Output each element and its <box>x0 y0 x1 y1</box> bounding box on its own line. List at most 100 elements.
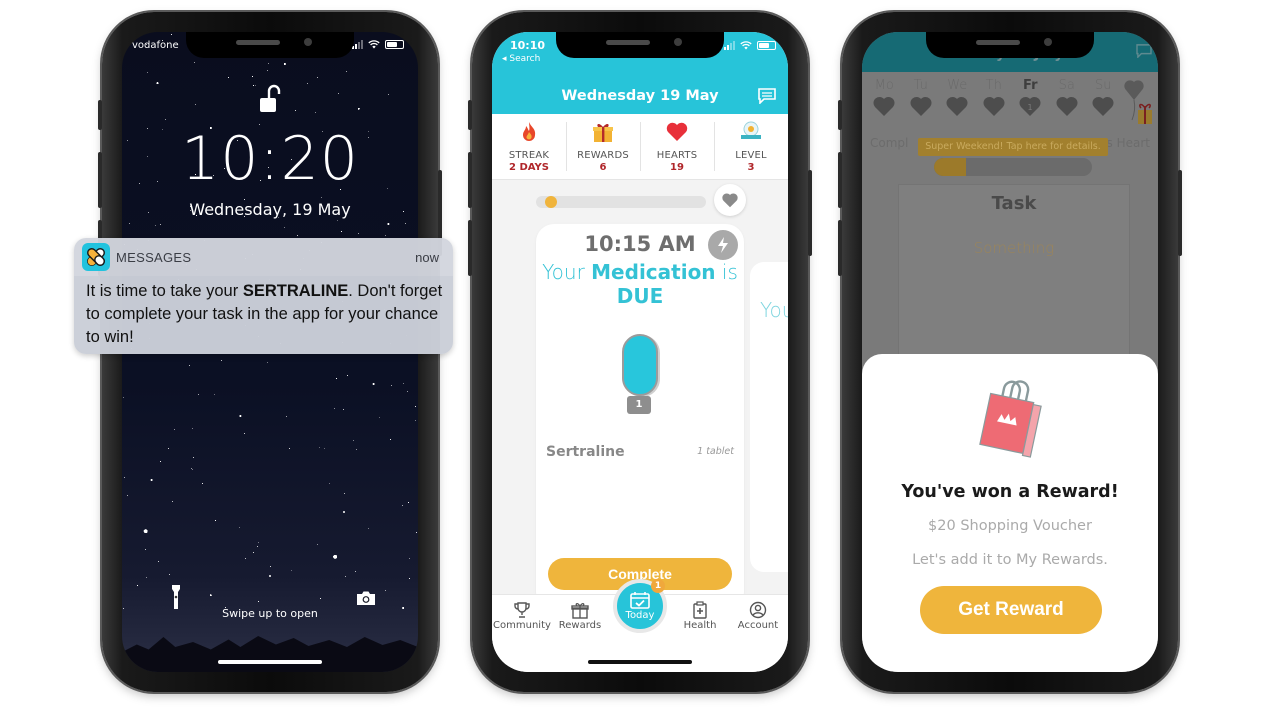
star <box>244 432 246 434</box>
star <box>344 492 346 494</box>
carrier-name: vodafone <box>132 40 179 51</box>
stat-label: LEVEL <box>735 150 767 161</box>
day-label: Sa <box>1058 78 1075 93</box>
medication-name: Sertraline <box>546 444 625 460</box>
notification-body: It is time to take your SERTRALINE. Don'… <box>74 276 453 354</box>
reward-name: $20 Shopping Voucher <box>928 518 1092 534</box>
star <box>126 494 128 496</box>
next-task-card[interactable]: You <box>750 262 788 572</box>
caption-left: Compl <box>870 136 909 150</box>
star <box>221 359 223 361</box>
lock-clock: 10:20 <box>181 124 359 194</box>
clipboard-plus-icon <box>693 601 707 619</box>
star <box>202 483 204 485</box>
star <box>169 573 171 575</box>
pill-count-badge: 1 <box>627 396 651 414</box>
silent-switch <box>98 100 102 130</box>
notification-header: MESSAGES now <box>74 238 453 276</box>
star <box>245 558 247 560</box>
volume-down-button <box>838 220 842 276</box>
message-notification[interactable]: MESSAGES now It is time to take your SER… <box>74 238 453 354</box>
star <box>384 590 386 592</box>
tab-community[interactable]: Community <box>492 601 552 631</box>
weekly-progress-bar <box>934 158 1092 176</box>
stats-bar: STREAK 2 DAYS REWARDS 6 HEARTS 19 LEVEL … <box>492 114 788 180</box>
tab-today[interactable]: Today 1 <box>613 579 667 633</box>
week-hearts-row: Mo Tu We Th Fr 1 Sa Su <box>866 78 1122 117</box>
chat-icon[interactable] <box>758 88 776 104</box>
day-heart-icon <box>983 96 1005 116</box>
power-button <box>1178 170 1182 256</box>
star <box>416 531 418 533</box>
camera-icon[interactable] <box>356 590 376 606</box>
super-weekend-tooltip[interactable]: Super Weekend! Tap here for details. <box>918 138 1108 156</box>
stat-rewards[interactable]: REWARDS 6 <box>566 114 640 179</box>
heart-button[interactable] <box>714 184 746 216</box>
star <box>253 551 255 553</box>
get-reward-button[interactable]: Get Reward <box>920 586 1102 634</box>
flame-icon <box>523 122 536 141</box>
star <box>266 69 268 71</box>
star <box>288 447 290 449</box>
star <box>171 33 173 35</box>
stat-streak[interactable]: STREAK 2 DAYS <box>492 114 566 179</box>
week-day: Sa <box>1049 78 1086 117</box>
star <box>336 220 338 222</box>
day-label: Fr <box>1023 78 1038 93</box>
headline-due: DUE <box>616 284 664 308</box>
today-heart-value: 1 <box>1028 103 1033 112</box>
battery-icon <box>385 40 404 49</box>
star <box>408 577 410 579</box>
volume-up-button <box>98 152 102 208</box>
star <box>343 409 345 410</box>
battery-icon <box>757 41 776 50</box>
week-day: Th <box>976 78 1013 117</box>
week-day: Mo <box>866 78 903 117</box>
volume-down-button <box>468 220 472 276</box>
star <box>345 576 347 578</box>
calendar-check-icon <box>630 592 650 609</box>
day-label: Tu <box>913 78 928 93</box>
medication-task-card: 10:15 AM Your Medication is DUE 1 Sertra… <box>536 224 744 610</box>
star <box>194 62 196 63</box>
headline-text: is <box>715 260 738 284</box>
star <box>159 460 161 462</box>
trophy-icon <box>514 602 530 618</box>
tab-rewards[interactable]: Rewards <box>550 601 610 631</box>
star <box>357 232 359 234</box>
star <box>404 223 406 225</box>
back-to-search-link[interactable]: ◂ Search <box>502 54 540 64</box>
progress-fill <box>934 158 966 176</box>
user-circle-icon <box>749 601 767 619</box>
star <box>145 577 147 579</box>
star <box>402 382 404 384</box>
star <box>257 545 259 547</box>
star <box>129 222 131 224</box>
phone-app-today: 10:10 ◂ Search Wednesday 19 May STREAK 2… <box>468 12 812 692</box>
tab-label: Account <box>737 620 779 631</box>
week-day: Tu <box>903 78 940 117</box>
level-badge-icon <box>741 121 761 139</box>
gift-icon <box>593 123 613 142</box>
notification-time: now <box>415 249 439 265</box>
stat-hearts[interactable]: HEARTS 19 <box>640 114 714 179</box>
star <box>296 235 298 237</box>
star <box>164 118 166 120</box>
tab-account[interactable]: Account <box>728 601 788 631</box>
tab-label: Rewards <box>558 620 602 631</box>
day-label: Th <box>985 78 1002 93</box>
home-indicator[interactable] <box>218 660 322 664</box>
day-label: Mo <box>874 78 894 93</box>
star <box>268 62 270 64</box>
star <box>194 103 196 105</box>
stat-level[interactable]: LEVEL 3 <box>714 114 788 179</box>
home-indicator[interactable] <box>588 660 692 664</box>
phone-reward-popup: Friday 12 July MoTuWeThFr1SaSu Compls He… <box>838 12 1182 692</box>
notch <box>556 32 724 58</box>
star <box>290 569 292 571</box>
app-screen: 10:10 ◂ Search Wednesday 19 May STREAK 2… <box>492 32 788 672</box>
shopping-bag-crown-icon <box>979 380 1042 458</box>
star <box>415 405 417 407</box>
week-day: We <box>939 78 976 117</box>
tab-health[interactable]: Health <box>670 601 730 631</box>
